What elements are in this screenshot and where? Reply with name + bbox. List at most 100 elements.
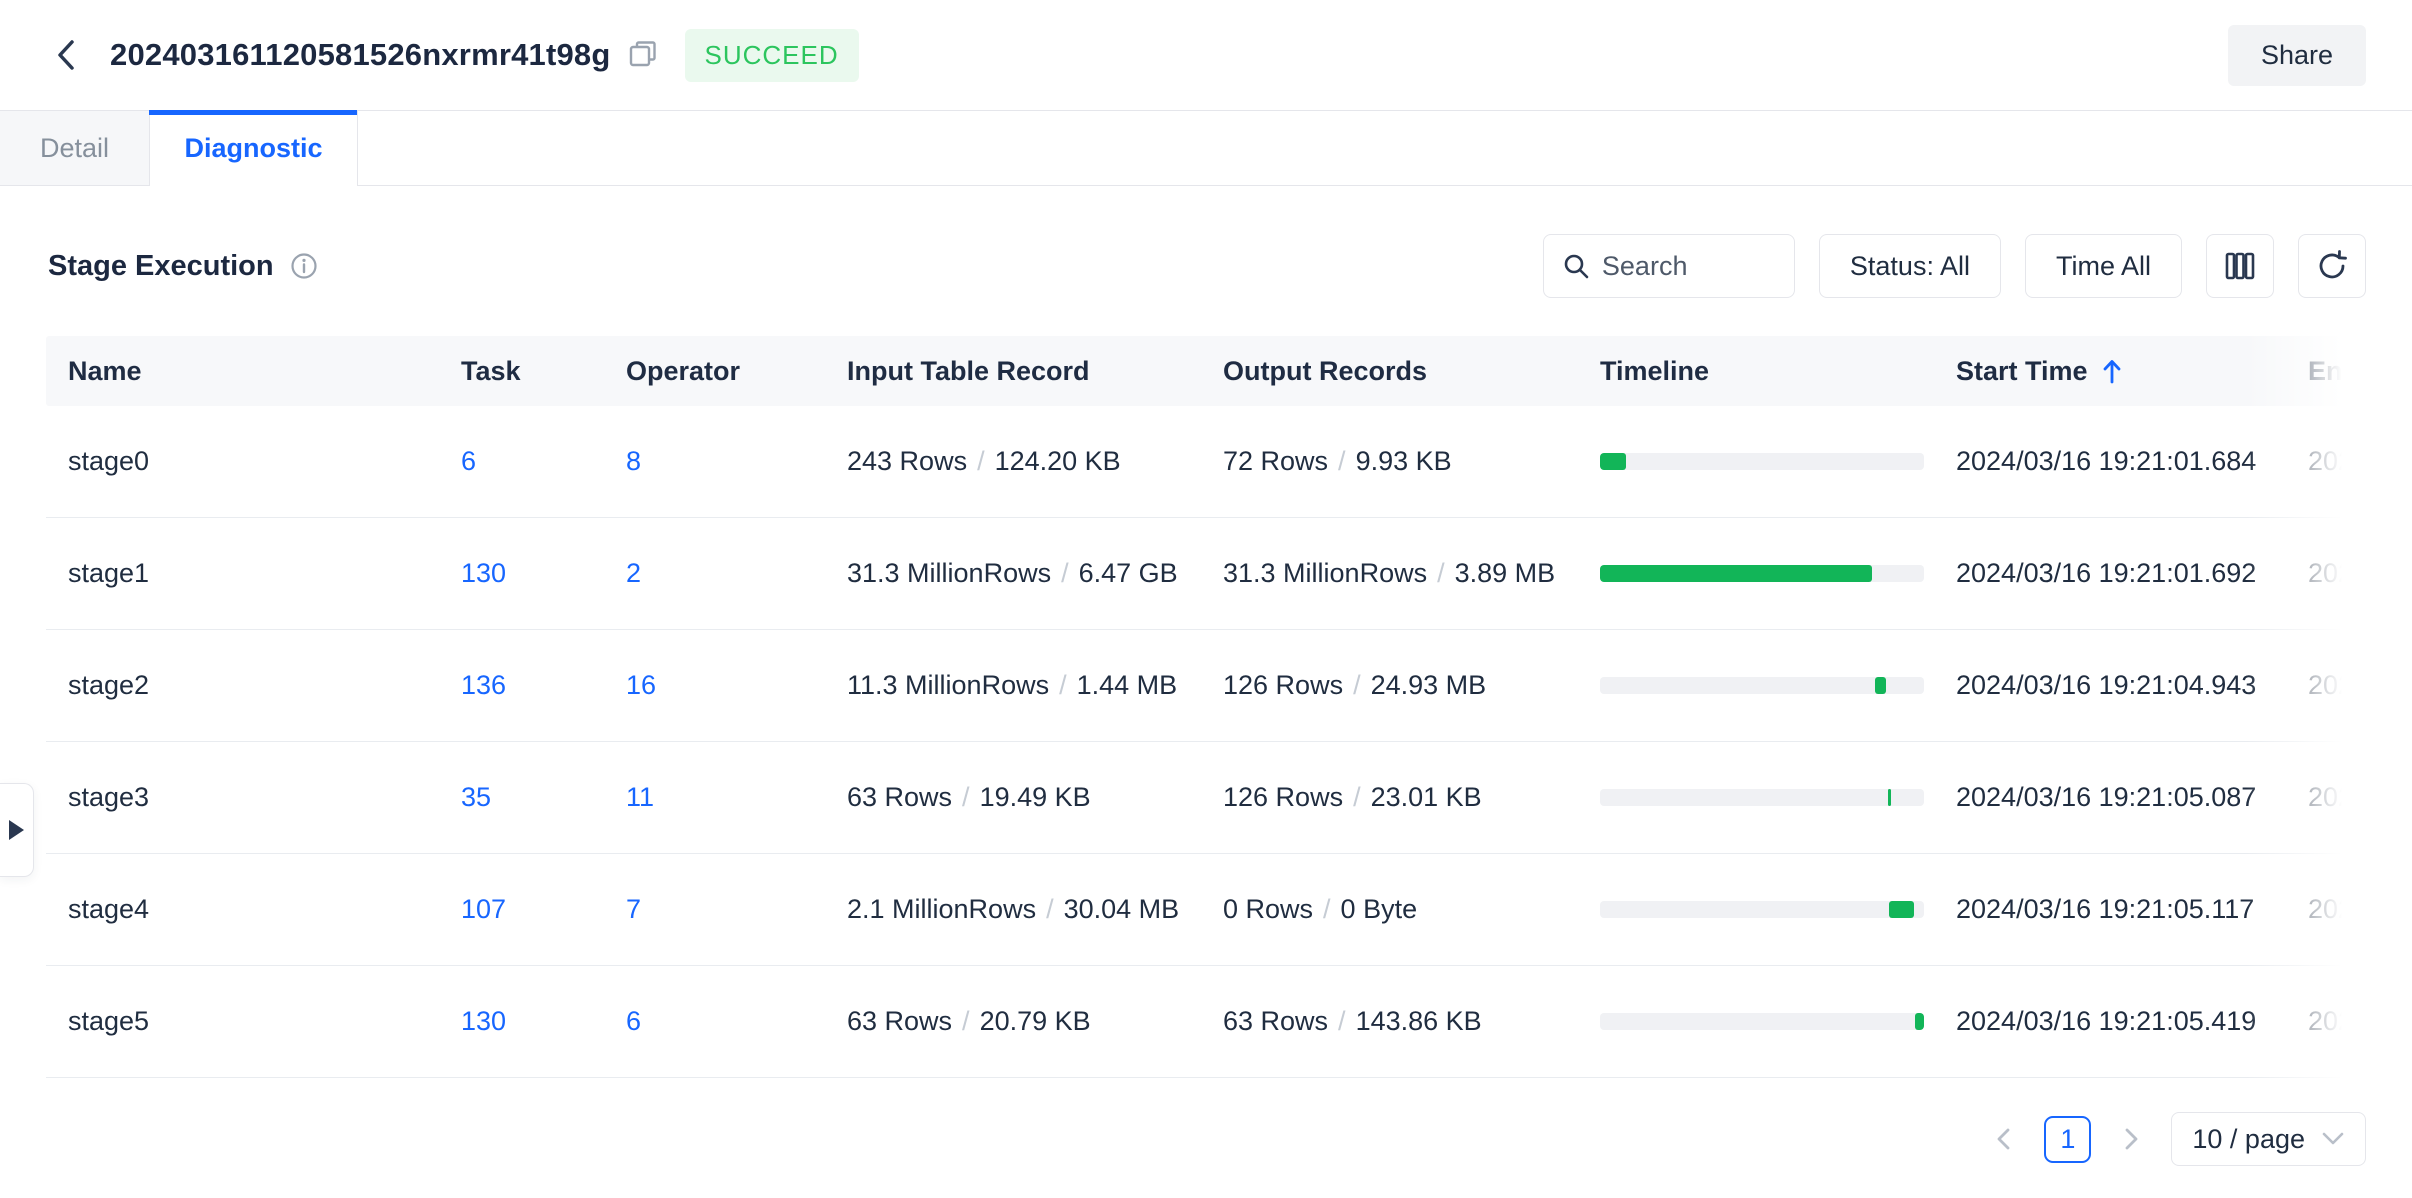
- col-end-time-clipped: En: [2308, 356, 2366, 387]
- record-count: 72 Rows: [1223, 446, 1328, 476]
- back-button[interactable]: [46, 35, 86, 75]
- operator-count-link[interactable]: 6: [626, 1006, 641, 1036]
- slash-separator: /: [1046, 894, 1054, 924]
- next-page-button[interactable]: [2111, 1116, 2151, 1162]
- record-count: 63 Rows: [847, 1006, 952, 1036]
- end-time-clipped: 202: [2308, 558, 2366, 589]
- page-number-button[interactable]: 1: [2044, 1116, 2091, 1163]
- record-count: 126 Rows: [1223, 670, 1343, 700]
- start-time: 2024/03/16 19:21:05.087: [1956, 782, 2308, 813]
- task-count-link[interactable]: 6: [461, 446, 476, 476]
- record-count: 63 Rows: [847, 782, 952, 812]
- timeline-bar-fill: [1888, 789, 1891, 806]
- task-count-link[interactable]: 35: [461, 782, 491, 812]
- start-time: 2024/03/16 19:21:01.684: [1956, 446, 2308, 477]
- slash-separator: /: [1338, 446, 1346, 476]
- record-size: 24.93 MB: [1371, 670, 1487, 700]
- timeline-bar: [1600, 1013, 1924, 1030]
- task-count-link[interactable]: 130: [461, 1006, 506, 1036]
- input-record-cell: 2.1 MillionRows / 30.04 MB: [847, 894, 1223, 925]
- record-size: 1.44 MB: [1077, 670, 1178, 700]
- tab-detail[interactable]: Detail: [0, 111, 150, 185]
- timeline-bar-fill: [1600, 565, 1872, 582]
- operator-count-link[interactable]: 16: [626, 670, 656, 700]
- end-time-clipped: 202: [2308, 446, 2366, 477]
- operator-count-link[interactable]: 11: [626, 782, 654, 812]
- col-input: Input Table Record: [847, 356, 1223, 387]
- timeline-bar: [1600, 565, 1924, 582]
- slash-separator: /: [962, 782, 970, 812]
- copy-icon: [627, 39, 659, 71]
- section-title: Stage Execution: [48, 250, 274, 283]
- table-row: stage0 6 8 243 Rows/124.20 KB 72 Rows/9.…: [46, 406, 2366, 518]
- input-record-cell: 31.3 MillionRows/6.47 GB: [847, 558, 1223, 589]
- stage-table: Name Task Operator Input Table Record Ou…: [46, 336, 2366, 1078]
- table-row: stage5 130 6 63 Rows/20.79 KB 63 Rows/14…: [46, 966, 2366, 1078]
- table-row: stage3 35 11 63 Rows/19.49 KB 126 Rows/2…: [46, 742, 2366, 854]
- previous-page-button[interactable]: [1984, 1116, 2024, 1162]
- record-count: 2.1 MillionRows: [847, 894, 1036, 924]
- magnifier-icon: [1562, 252, 1590, 280]
- timeline-bar-fill: [1875, 677, 1886, 694]
- section-header-row: Stage Execution Status: All Time All: [48, 234, 2366, 298]
- chevron-left-icon: [1993, 1125, 2015, 1153]
- copy-button[interactable]: [627, 39, 659, 71]
- slash-separator: /: [1059, 670, 1067, 700]
- end-time-clipped: 202: [2308, 894, 2366, 925]
- slash-separator: /: [1338, 1006, 1346, 1036]
- stage-name: stage4: [68, 894, 461, 925]
- task-count-link[interactable]: 130: [461, 558, 506, 588]
- record-size: 23.01 KB: [1371, 782, 1482, 812]
- time-filter-button[interactable]: Time All: [2025, 234, 2182, 298]
- table-row: stage2 136 16 11.3 MillionRows/1.44 MB 1…: [46, 630, 2366, 742]
- timeline-bar-fill: [1915, 1013, 1924, 1030]
- timeline-bar-fill: [1889, 901, 1914, 918]
- stage-name: stage2: [68, 670, 461, 701]
- record-size: 30.04 MB: [1064, 894, 1180, 924]
- expand-left-panel-handle[interactable]: [0, 783, 34, 877]
- stage-name: stage5: [68, 1006, 461, 1037]
- record-count: 0 Rows: [1223, 894, 1313, 924]
- record-size: 3.89 MB: [1455, 558, 1556, 588]
- task-count-link[interactable]: 107: [461, 894, 506, 924]
- record-count: 31.3 MillionRows: [1223, 558, 1427, 588]
- share-button[interactable]: Share: [2228, 25, 2366, 86]
- stage-name: stage1: [68, 558, 461, 589]
- col-start-time-label: Start Time: [1956, 356, 2088, 387]
- slash-separator: /: [1437, 558, 1445, 588]
- input-record-cell: 243 Rows/124.20 KB: [847, 446, 1223, 477]
- chevron-down-icon: [2321, 1131, 2345, 1147]
- record-size: 19.49 KB: [980, 782, 1091, 812]
- status-filter-button[interactable]: Status: All: [1819, 234, 2001, 298]
- operator-count-link[interactable]: 7: [626, 894, 641, 924]
- page-size-select[interactable]: 10 / page: [2171, 1112, 2366, 1166]
- search-input[interactable]: [1602, 251, 1762, 282]
- info-icon[interactable]: [290, 252, 318, 280]
- start-time: 2024/03/16 19:21:05.117: [1956, 894, 2308, 925]
- pagination: 1 10 / page: [46, 1112, 2366, 1166]
- operator-count-link[interactable]: 2: [626, 558, 641, 588]
- column-settings-button[interactable]: [2206, 234, 2274, 298]
- output-record-cell: 126 Rows/23.01 KB: [1223, 782, 1600, 813]
- end-time-clipped: 202: [2308, 1006, 2366, 1037]
- status-badge: SUCCEED: [685, 29, 859, 82]
- tab-diagnostic[interactable]: Diagnostic: [150, 111, 358, 185]
- slash-separator: /: [1353, 782, 1361, 812]
- output-record-cell: 0 Rows/0 Byte: [1223, 894, 1600, 925]
- timeline-bar: [1600, 901, 1924, 918]
- refresh-icon: [2315, 249, 2349, 283]
- search-box[interactable]: [1543, 234, 1795, 298]
- col-output: Output Records: [1223, 356, 1600, 387]
- toolbar: Status: All Time All: [1543, 234, 2366, 298]
- arrow-up-icon: [2100, 357, 2124, 385]
- caret-right-icon: [9, 820, 24, 840]
- start-time: 2024/03/16 19:21:05.419: [1956, 1006, 2308, 1037]
- slash-separator: /: [1353, 670, 1361, 700]
- slash-separator: /: [1061, 558, 1069, 588]
- operator-count-link[interactable]: 8: [626, 446, 641, 476]
- sort-ascending-control[interactable]: [2100, 357, 2124, 385]
- input-record-cell: 63 Rows / 19.49 KB: [847, 782, 1223, 813]
- input-record-cell: 11.3 MillionRows/1.44 MB: [847, 670, 1223, 701]
- task-count-link[interactable]: 136: [461, 670, 506, 700]
- refresh-button[interactable]: [2298, 234, 2366, 298]
